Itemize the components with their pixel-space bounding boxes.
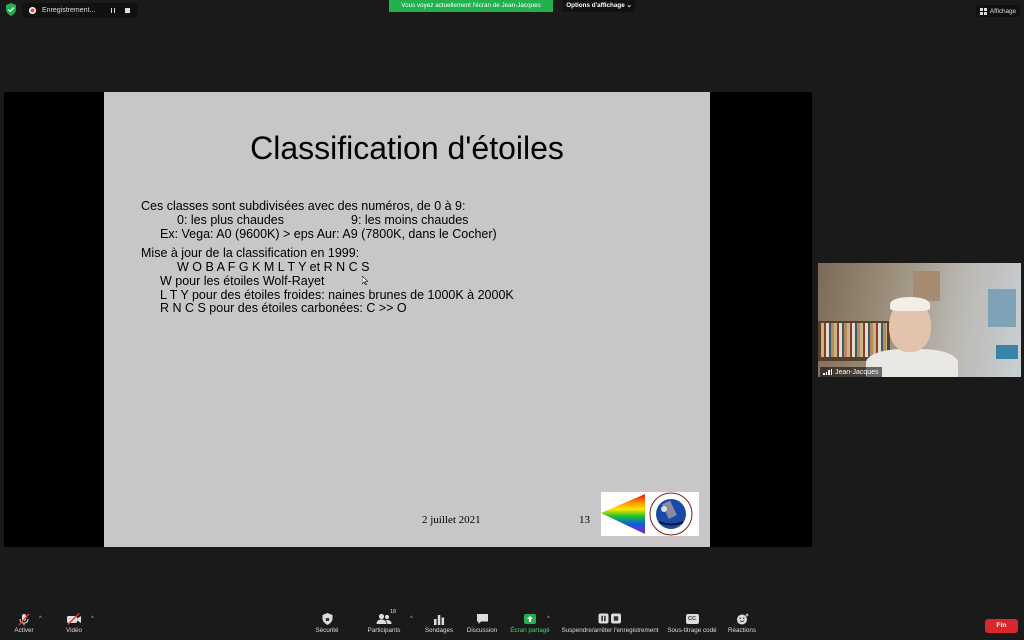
slide-page-number: 13	[579, 514, 590, 526]
slide-line: L T Y pour des étoiles froides: naines b…	[160, 288, 514, 302]
view-options-button[interactable]: Options d'affichage ⌄	[563, 0, 635, 12]
slide-line: Ex: Vega: A0 (9600K) > eps Aur: A9 (7800…	[160, 227, 497, 241]
reactions-label: Réactions	[727, 627, 756, 634]
pause-stop-recording-label: Suspendre/arrêter l'enregistrement	[561, 627, 659, 634]
reactions-button[interactable]: Réactions	[727, 612, 757, 638]
display-label: Affichage	[989, 7, 1017, 15]
closed-captions-icon: CC	[685, 614, 699, 624]
recording-indicator: Enregistrement...	[22, 3, 138, 18]
slide-date: 2 juillet 2021	[422, 514, 481, 526]
participants-options-caret[interactable]: ^	[410, 616, 413, 622]
stop-recording-button[interactable]	[122, 6, 132, 16]
slide-line: W pour les étoiles Wolf-Rayet	[160, 274, 325, 288]
security-label: Sécurité	[315, 627, 339, 634]
shield-icon[interactable]	[5, 3, 17, 16]
display-button[interactable]: Affichage	[976, 5, 1020, 17]
chat-bubble-icon	[476, 614, 488, 624]
slide-line: 9: les moins chaudes	[351, 213, 469, 227]
chat-button[interactable]: Discussion	[466, 612, 498, 638]
grid-icon	[979, 7, 987, 15]
mouse-cursor-icon	[362, 276, 368, 285]
participant-name-label: Jean-Jacques	[820, 367, 882, 377]
shared-screen: Classification d'étoiles Ces classes son…	[4, 92, 812, 547]
polls-label: Sondages	[424, 627, 454, 634]
security-button[interactable]: Sécurité	[314, 612, 340, 638]
polls-icon	[434, 614, 445, 625]
audio-options-caret[interactable]: ^	[39, 616, 42, 622]
unmute-label: Activer	[14, 627, 34, 634]
slide-line: R N C S pour des étoiles carbonées: C >>…	[160, 301, 407, 315]
video-options-caret[interactable]: ^	[91, 616, 94, 622]
view-options-label: Options d'affichage	[566, 2, 625, 9]
participants-label: Participants	[367, 627, 401, 634]
pause-recording-button[interactable]	[108, 6, 118, 16]
chevron-down-icon: ⌄	[626, 2, 632, 9]
slide-title: Classification d'étoiles	[250, 130, 564, 166]
share-screen-label: Écran partagé	[510, 627, 550, 634]
wall-poster	[996, 345, 1018, 359]
participants-count: 18	[390, 609, 397, 615]
slide-line: W O B A F G K M L T Y et R N C S	[177, 260, 370, 274]
share-screen-icon	[524, 614, 536, 624]
smiley-plus-icon	[736, 613, 748, 625]
video-camera-off-icon	[67, 613, 81, 625]
club-logo	[601, 492, 699, 536]
signal-strength-icon	[823, 369, 832, 375]
share-screen-button[interactable]: Écran partagé	[509, 612, 551, 638]
shield-icon	[322, 613, 332, 625]
pause-stop-icon	[598, 613, 621, 624]
slide-line: Ces classes sont subdivisées avec des nu…	[141, 199, 466, 213]
chat-label: Discussion	[466, 627, 498, 634]
microphone-muted-icon	[18, 613, 30, 625]
closed-captions-label: Sous-titrage codé	[667, 627, 717, 634]
wall-poster	[988, 289, 1016, 327]
presentation-slide: Classification d'étoiles Ces classes son…	[104, 92, 710, 547]
unmute-button[interactable]: Activer	[12, 612, 36, 638]
pause-stop-recording-button[interactable]: Suspendre/arrêter l'enregistrement	[560, 612, 660, 638]
slide-line: Mise à jour de la classification en 1999…	[141, 246, 360, 260]
prism-spectrum-icon	[601, 492, 693, 536]
slide-line: 0: les plus chaudes	[177, 213, 285, 227]
participant-name: Jean-Jacques	[835, 368, 879, 376]
meeting-toolbar: Activer ^ Vidéo ^ Sécurité 18 Participan…	[0, 606, 1024, 640]
end-meeting-button[interactable]: Fin	[985, 619, 1018, 633]
polls-button[interactable]: Sondages	[424, 612, 454, 638]
record-dot-icon	[29, 7, 36, 14]
share-options-caret[interactable]: ^	[547, 616, 550, 622]
participant-hair	[890, 297, 930, 311]
screen-share-banner: Vous voyez actuellement l'écran de Jean-…	[389, 0, 553, 12]
start-video-label: Vidéo	[66, 627, 82, 634]
recording-label: Enregistrement...	[42, 7, 96, 14]
stop-icon	[124, 8, 130, 13]
closed-captions-button[interactable]: CC Sous-titrage codé	[666, 612, 718, 638]
start-video-button[interactable]: Vidéo	[64, 612, 84, 638]
participants-button[interactable]: 18 Participants	[366, 609, 402, 638]
pause-icon	[110, 8, 116, 13]
participant-video-tile[interactable]: Jean-Jacques	[818, 263, 1021, 377]
top-bar: Enregistrement... Vous voyez actuellemen…	[0, 0, 1024, 20]
